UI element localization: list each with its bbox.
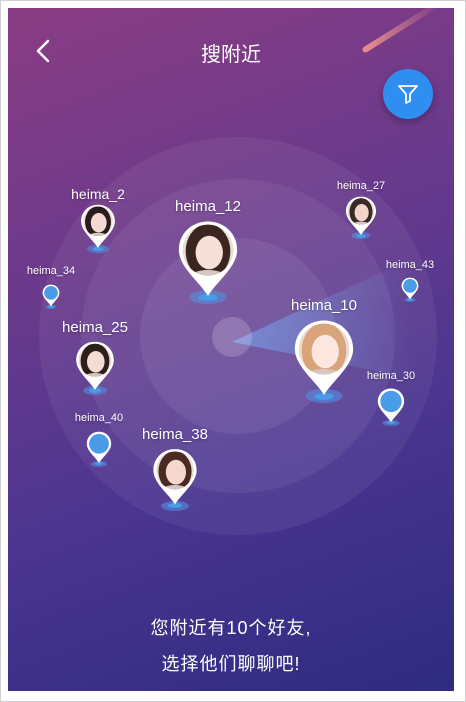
map-pin-icon: [178, 221, 238, 296]
page-title: 搜附近: [201, 44, 261, 66]
filter-button[interactable]: [383, 69, 433, 119]
map-pin-icon: [401, 277, 419, 300]
user-name-label: heima_43: [385, 259, 435, 271]
phone-frame: 搜附近 heima_2 heima_12 heima_27 heima_34 heima…: [0, 0, 466, 702]
funnel-icon: [398, 85, 418, 104]
user-name-label: heima_38: [142, 426, 208, 443]
map-pin-icon: [76, 341, 114, 390]
map-pin-icon: [377, 388, 405, 423]
map-pin-icon: [153, 449, 197, 505]
avatar-pin[interactable]: [75, 341, 115, 391]
user-name-label: heima_10: [291, 297, 357, 314]
location-dot-icon[interactable]: [42, 284, 60, 307]
chat-prompt-text: 选择他们聊聊吧!: [161, 654, 301, 674]
avatar-pin[interactable]: [345, 196, 377, 236]
pin-dot: [380, 390, 402, 413]
user-name-label: heima_27: [336, 180, 386, 192]
pin-dot: [89, 433, 109, 454]
avatar-pin[interactable]: [152, 448, 198, 506]
map-pin-icon: [81, 204, 115, 248]
location-dot-icon[interactable]: [401, 277, 419, 300]
map-pin-icon: [345, 196, 377, 236]
map-pin-icon: [294, 320, 354, 395]
map-pin-icon: [42, 284, 60, 307]
location-dot-icon[interactable]: [377, 388, 405, 423]
nearby-search-screen: 搜附近 heima_2 heima_12 heima_27 heima_34 heima…: [8, 8, 454, 691]
user-name-label: heima_12: [175, 198, 241, 215]
avatar-pin[interactable]: [80, 204, 116, 249]
user-name-label: heima_34: [26, 265, 76, 277]
user-name-label: heima_25: [62, 319, 128, 336]
user-name-label: heima_40: [74, 412, 124, 424]
avatar-pin[interactable]: [177, 220, 239, 298]
user-name-label: heima_30: [366, 370, 416, 382]
pin-dot: [403, 279, 417, 293]
location-dot-icon[interactable]: [86, 431, 112, 464]
avatar-pin[interactable]: [293, 319, 355, 397]
nearby-count-text: 您附近有10个好友,: [150, 618, 312, 638]
pin-dot: [44, 286, 58, 300]
map-pin-icon: [86, 431, 112, 463]
user-name-label: heima_2: [71, 186, 125, 202]
radar-center: [212, 317, 252, 357]
